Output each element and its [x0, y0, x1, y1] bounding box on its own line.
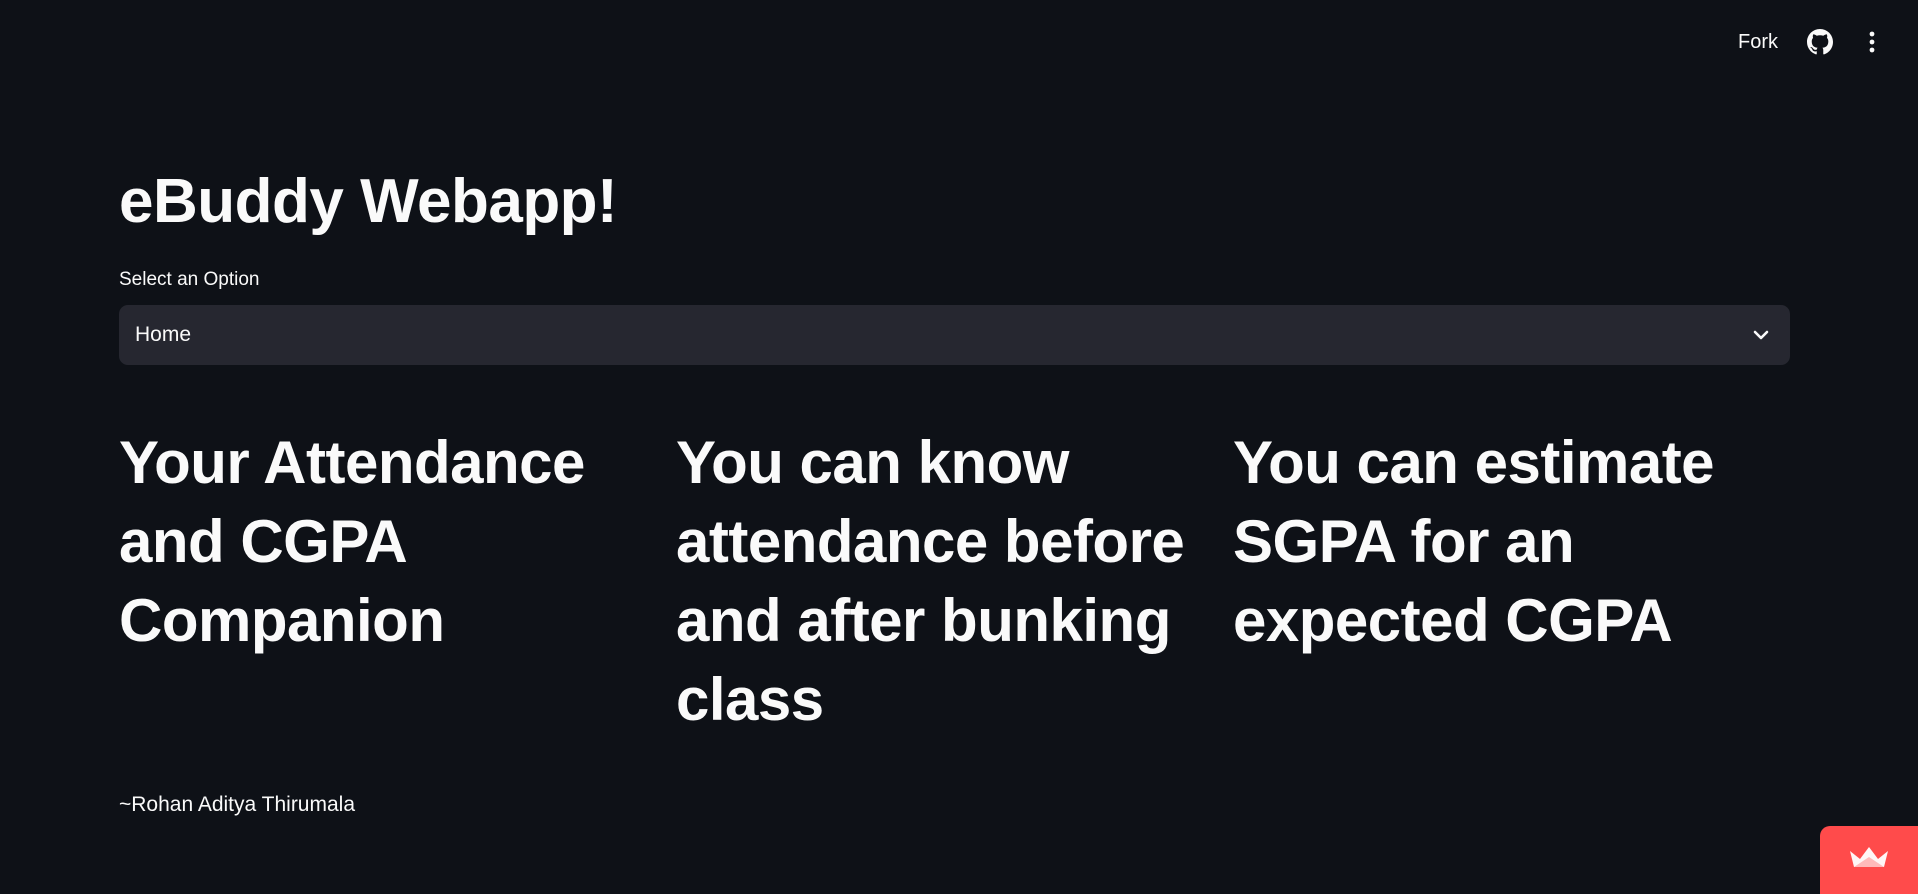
select-label: Select an Option [119, 269, 260, 290]
author-credit: ~Rohan Aditya Thirumala [119, 793, 356, 816]
feature-heading-3: You can estimate SGPA for an expected CG… [1233, 429, 1715, 654]
top-toolbar: Fork [1738, 22, 1882, 62]
feature-column-1: Your Attendance and CGPA Companion [119, 423, 676, 739]
feature-column-2: You can know attendance before and after… [676, 423, 1233, 739]
chevron-down-icon [1750, 324, 1772, 346]
page-title: eBuddy Webapp! [119, 167, 618, 236]
github-icon[interactable] [1806, 28, 1834, 56]
main-content: eBuddy Webapp! Select an Option Home You… [119, 160, 1790, 819]
streamlit-crown-icon [1848, 845, 1890, 876]
app-page: Fork eBuddy Webapp! Select an Option Hom… [0, 0, 1918, 894]
feature-columns: Your Attendance and CGPA Companion You c… [119, 423, 1790, 739]
fork-link[interactable]: Fork [1738, 31, 1778, 54]
more-vertical-icon[interactable] [1862, 28, 1882, 56]
feature-heading-2: You can know attendance before and after… [676, 429, 1185, 733]
feature-heading-1: Your Attendance and CGPA Companion [119, 429, 585, 654]
option-select[interactable]: Home [119, 305, 1790, 365]
streamlit-badge[interactable] [1820, 826, 1918, 894]
feature-column-3: You can estimate SGPA for an expected CG… [1233, 423, 1790, 739]
select-value: Home [135, 323, 192, 346]
